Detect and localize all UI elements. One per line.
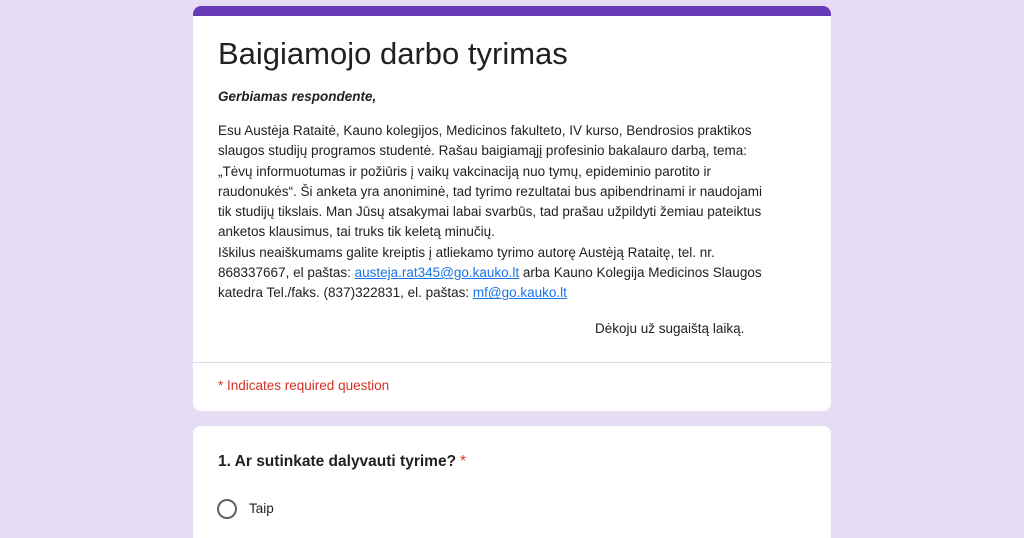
description-line: slaugos studijų programos studentė. Raša…: [218, 143, 748, 159]
email-link-department[interactable]: mf@go.kauko.lt: [473, 285, 567, 300]
contact-line-2: katedra Tel./faks. (837)322831, el. pašt…: [218, 283, 808, 303]
description-line: „Tėvų informuotumas ir požiūris į vaikų …: [218, 163, 711, 179]
form-title: Baigiamojo darbo tyrimas: [218, 36, 568, 71]
contact-text: katedra Tel./faks. (837)322831, el. pašt…: [218, 285, 473, 301]
option-taip[interactable]: Taip: [217, 499, 274, 519]
question-text: 1. Ar sutinkate dalyvauti tyrime?: [218, 453, 457, 470]
contact-text: arba Kauno Kolegija Medicinos Slaugos: [519, 265, 762, 281]
form-header-card: Baigiamojo darbo tyrimas Gerbiamas respo…: [193, 6, 831, 411]
question-title: 1. Ar sutinkate dalyvauti tyrime? *: [218, 452, 466, 472]
description-line: Esu Austėja Rataitė, Kauno kolegijos, Me…: [218, 123, 752, 138]
description-line: Iškilus neaiškumams galite kreiptis į at…: [218, 244, 715, 260]
question-card: 1. Ar sutinkate dalyvauti tyrime? * Taip: [193, 426, 831, 538]
email-link-author[interactable]: austeja.rat345@go.kauko.lt: [355, 265, 520, 280]
form-description: Esu Austėja Rataitė, Kauno kolegijos, Me…: [218, 121, 808, 304]
thanks-text: Dėkoju už sugaištą laiką.: [595, 321, 745, 336]
required-note: * Indicates required question: [218, 378, 390, 393]
description-line: tik studijų tikslais. Man Jūsų atsakymai…: [218, 204, 762, 220]
contact-line-1: 868337667, el paštas: austeja.rat345@go.…: [218, 263, 808, 283]
form-salutation: Gerbiamas respondente,: [218, 89, 377, 104]
description-line: anketos klausimus, tai truks tik keletą …: [218, 224, 495, 240]
radio-button[interactable]: [217, 499, 237, 519]
divider: [193, 362, 831, 363]
required-star: *: [460, 453, 467, 470]
accent-bar: [193, 6, 831, 16]
description-line: raudonukės“. Ši anketa yra anoniminė, ta…: [218, 183, 763, 199]
option-label: Taip: [249, 501, 274, 516]
contact-text: 868337667, el paštas:: [218, 265, 355, 281]
